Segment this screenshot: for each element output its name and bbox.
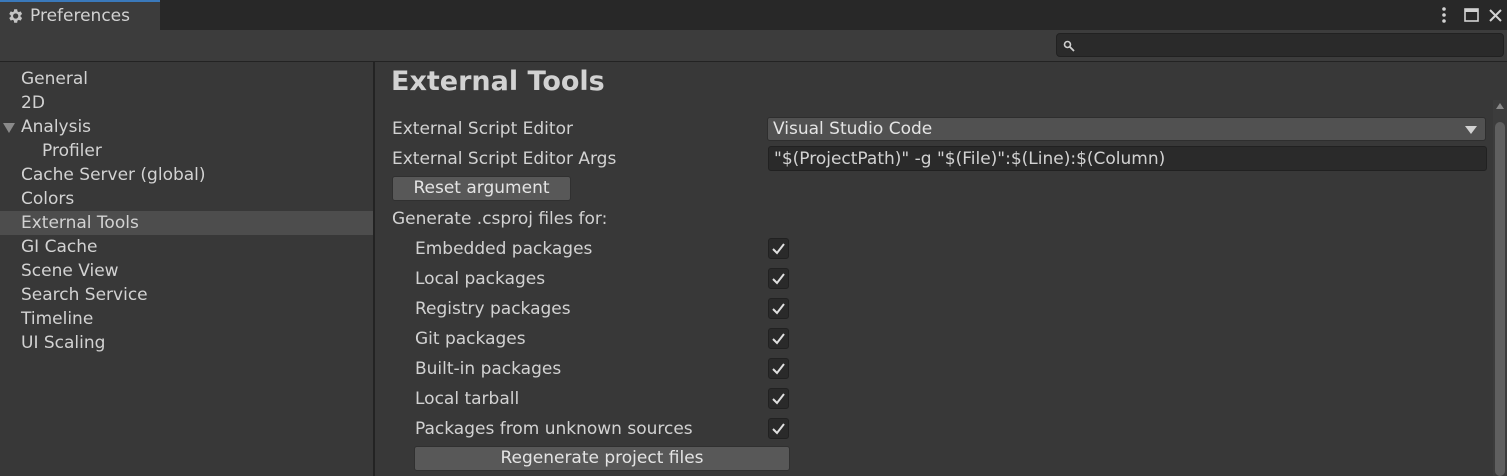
scroll-up-icon[interactable]: [1496, 103, 1504, 109]
generate-csproj-label: Generate .csproj files for:: [392, 209, 608, 229]
sidebar-item-label: Search Service: [21, 285, 148, 305]
chevron-down-icon: [1465, 126, 1477, 134]
sidebar-item-profiler[interactable]: Profiler: [0, 139, 373, 163]
package-label-local-tarball: Local tarball: [415, 389, 520, 409]
search-icon: [1063, 40, 1075, 52]
sidebar-item-ui-scaling[interactable]: UI Scaling: [0, 331, 373, 355]
package-label-registry: Registry packages: [415, 299, 571, 319]
package-label-builtin: Built-in packages: [415, 359, 562, 379]
package-label-local: Local packages: [415, 269, 546, 289]
sidebar-item-scene-view[interactable]: Scene View: [0, 259, 373, 283]
checkbox-unknown-sources[interactable]: [768, 418, 789, 439]
sidebar-item-2d[interactable]: 2D: [0, 91, 373, 115]
sidebar-item-cache-server[interactable]: Cache Server (global): [0, 163, 373, 187]
sidebar-item-colors[interactable]: Colors: [0, 187, 373, 211]
sidebar-item-external-tools[interactable]: External Tools: [0, 211, 373, 235]
settings-panel: External Tools External Script Editor Vi…: [377, 62, 1507, 476]
search-input[interactable]: [1056, 33, 1504, 57]
checkbox-registry-packages[interactable]: [768, 298, 789, 319]
tab-bar: Preferences: [0, 0, 1507, 30]
sidebar-item-gi-cache[interactable]: GI Cache: [0, 235, 373, 259]
sidebar-item-label: Cache Server (global): [21, 165, 206, 185]
sidebar-item-label: Analysis: [21, 117, 92, 137]
checkbox-local-packages[interactable]: [768, 268, 789, 289]
sidebar-item-label: External Tools: [21, 213, 139, 233]
script-editor-dropdown[interactable]: Visual Studio Code: [767, 117, 1486, 141]
package-label-unknown-sources: Packages from unknown sources: [415, 419, 693, 439]
sidebar-item-label: Scene View: [21, 261, 119, 281]
sidebar-item-general[interactable]: General: [0, 67, 373, 91]
tab-preferences[interactable]: Preferences: [0, 0, 160, 30]
reset-argument-button[interactable]: Reset argument: [392, 176, 571, 201]
checkbox-local-tarball[interactable]: [768, 388, 789, 409]
checkbox-git-packages[interactable]: [768, 328, 789, 349]
checkmark-icon: [772, 333, 785, 345]
maximize-icon[interactable]: [1461, 5, 1481, 25]
sidebar-item-label: 2D: [21, 93, 45, 113]
foldout-expanded-icon[interactable]: [3, 123, 15, 133]
sidebar: General 2D Analysis Profiler Cache Serve…: [0, 62, 375, 476]
script-editor-args-field[interactable]: [768, 146, 1487, 171]
kebab-menu-icon[interactable]: [1434, 5, 1454, 25]
sidebar-item-label: Profiler: [42, 141, 102, 161]
script-editor-label: External Script Editor: [392, 119, 573, 139]
checkmark-icon: [772, 363, 785, 375]
sidebar-item-label: General: [21, 69, 88, 89]
toolbar: [0, 30, 1507, 62]
checkmark-icon: [772, 273, 785, 285]
sidebar-item-analysis[interactable]: Analysis: [0, 115, 373, 139]
sidebar-item-search-service[interactable]: Search Service: [0, 283, 373, 307]
sidebar-item-timeline[interactable]: Timeline: [0, 307, 373, 331]
checkmark-icon: [772, 393, 785, 405]
page-title: External Tools: [391, 66, 605, 97]
sidebar-item-label: GI Cache: [21, 237, 98, 257]
checkbox-embedded-packages[interactable]: [768, 238, 789, 259]
sidebar-item-label: Colors: [21, 189, 75, 209]
package-label-git: Git packages: [415, 329, 526, 349]
script-editor-value: Visual Studio Code: [773, 119, 933, 139]
sidebar-item-label: Timeline: [21, 309, 94, 329]
checkmark-icon: [772, 423, 785, 435]
regenerate-project-files-button[interactable]: Regenerate project files: [414, 446, 790, 471]
gear-icon: [9, 9, 23, 23]
tab-title: Preferences: [30, 6, 130, 26]
sidebar-item-label: UI Scaling: [21, 333, 106, 353]
checkmark-icon: [772, 303, 785, 315]
checkmark-icon: [772, 243, 785, 255]
checkbox-builtin-packages[interactable]: [768, 358, 789, 379]
scrollbar-thumb[interactable]: [1495, 122, 1505, 476]
close-icon[interactable]: [1485, 5, 1505, 25]
script-editor-args-label: External Script Editor Args: [392, 149, 617, 169]
package-label-embedded: Embedded packages: [415, 239, 593, 259]
